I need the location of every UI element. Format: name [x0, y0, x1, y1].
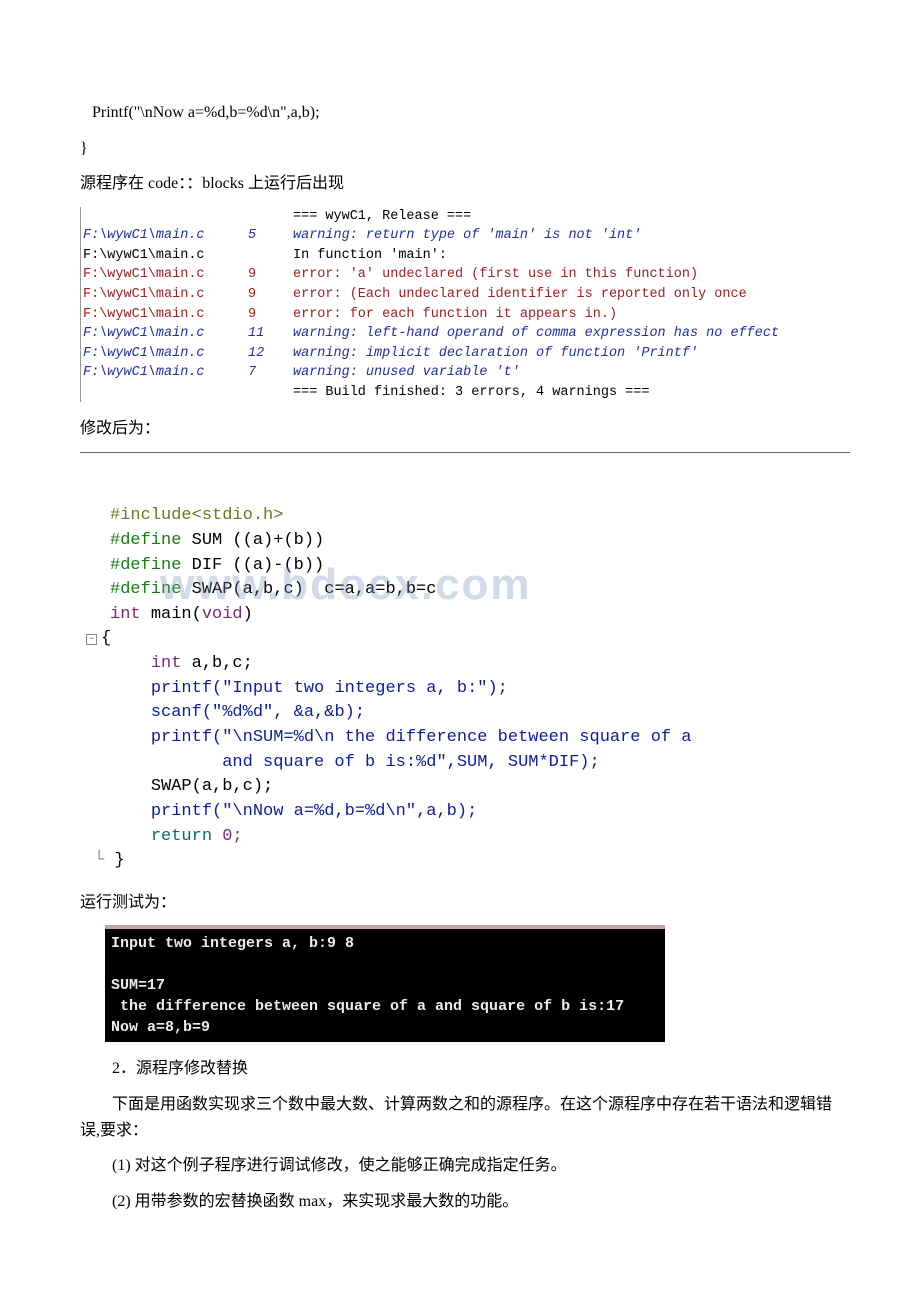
code-define-1: SUM ((a)+(b)): [181, 531, 324, 550]
code-define-3: SWAP(a,b,c) c=a,a=b,b=c: [181, 580, 436, 599]
code-str-3a: ("\nSUM=%d\n the difference between squa…: [212, 728, 691, 747]
text-after-fix: 修改后为：: [80, 416, 850, 442]
code-str-3b: and square of b is:%d",SUM, SUM*DIF);: [110, 753, 600, 772]
compiler-row: === wywC1, Release ===: [83, 207, 850, 227]
code-define-kw-2: #define: [110, 556, 181, 575]
code-printf-2: printf: [151, 728, 212, 747]
compiler-row: F:\wywC1\main.c5warning: return type of …: [83, 226, 850, 246]
code-printf-3: printf: [151, 802, 212, 821]
text-req-1: (1) 对这个例子程序进行调试修改，使之能够正确完成指定任务。: [80, 1153, 850, 1179]
code-int-kw: int: [110, 605, 141, 624]
code-define-kw-1: #define: [110, 531, 181, 550]
compiler-row: F:\wywC1\main.c12warning: implicit decla…: [83, 344, 850, 364]
code-printf-1: printf: [151, 679, 212, 698]
compiler-row: F:\wywC1\main.c9error: for each function…: [83, 305, 850, 325]
compiler-row: F:\wywC1\main.c11warning: left-hand oper…: [83, 324, 850, 344]
code-swap: SWAP: [151, 777, 192, 796]
code-int-kw-2: int: [151, 654, 182, 673]
compiler-row: F:\wywC1\main.cIn function 'main':: [83, 246, 850, 266]
code-str-1: ("Input two integers a, b:");: [212, 679, 508, 698]
fold-icon[interactable]: −: [86, 634, 97, 645]
code-abc: a,b,c;: [181, 654, 252, 673]
compiler-row: F:\wywC1\main.c7warning: unused variable…: [83, 363, 850, 383]
code-scanf: scanf: [151, 703, 202, 722]
text-runtest: 运行测试为：: [80, 890, 850, 916]
code-void-kw: void: [202, 605, 243, 624]
compiler-output: === wywC1, Release ===F:\wywC1\main.c5wa…: [80, 207, 850, 403]
compiler-row: F:\wywC1\main.c9error: 'a' undeclared (f…: [83, 265, 850, 285]
compiler-row: F:\wywC1\main.c9error: (Each undeclared …: [83, 285, 850, 305]
text-desc: 下面是用函数实现求三个数中最大数、计算两数之和的源程序。在这个源程序中存在若干语…: [80, 1092, 850, 1143]
code-zero: 0;: [212, 827, 243, 846]
code-return-kw: return: [151, 827, 212, 846]
code-str-2: ("%d%d", &a,&b);: [202, 703, 365, 722]
code-swap-args: (a,b,c);: [192, 777, 274, 796]
code-include: #include<stdio.h>: [110, 506, 283, 525]
snippet-line-2: }: [80, 136, 850, 162]
text-req-2: (2) 用带参数的宏替换函数 max，来实现求最大数的功能。: [80, 1189, 850, 1215]
code-rbrace: }: [114, 851, 124, 870]
code-lbrace: {: [101, 629, 111, 648]
code-str-4: ("\nNow a=%d,b=%d\n",a,b);: [212, 802, 477, 821]
compiler-row: === Build finished: 3 errors, 4 warnings…: [83, 383, 850, 403]
text-section-2: 2．源程序修改替换: [80, 1056, 850, 1082]
code-define-2: DIF ((a)-(b)): [181, 556, 324, 575]
text-before-compiler: 源程序在 code：：blocks 上运行后出现: [80, 171, 850, 197]
code-editor-block: www.bdocx.com #include<stdio.h> #define …: [80, 452, 850, 876]
code-define-kw-3: #define: [110, 580, 181, 599]
snippet-line-1: Printf("\nNow a=%d,b=%d\n",a,b);: [80, 100, 850, 126]
console-output: Input two integers a, b:9 8 SUM=17 the d…: [105, 925, 665, 1042]
code-main: main: [151, 605, 192, 624]
